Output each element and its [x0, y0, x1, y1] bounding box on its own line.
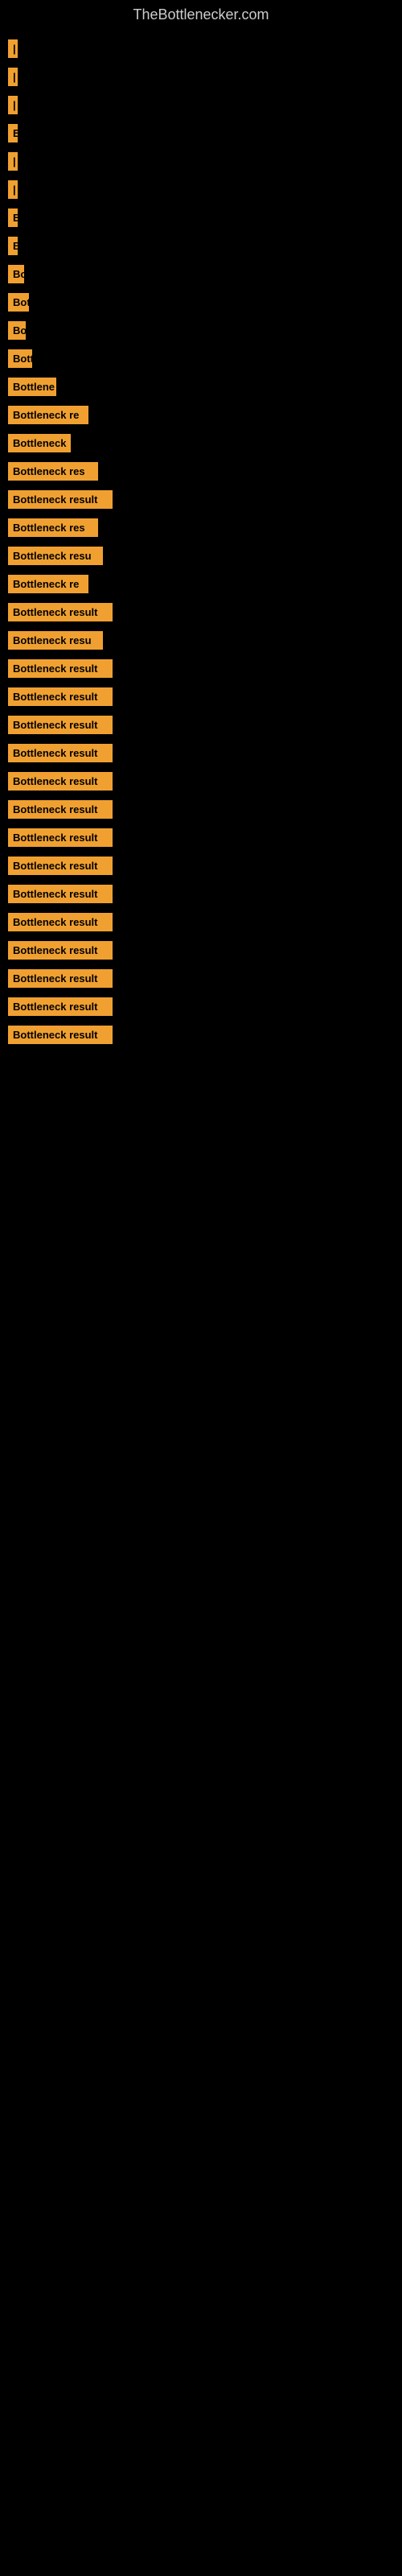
list-item: Bot — [8, 293, 394, 312]
list-item: E — [8, 124, 394, 142]
list-item: Bottleneck result — [8, 828, 394, 847]
list-item: Bo — [8, 265, 394, 283]
list-item: B — [8, 237, 394, 255]
list-item: Bottleneck result — [8, 885, 394, 903]
list-item: Bo — [8, 321, 394, 340]
items-container: |||E||EBBoBotBoBottBottleneBottleneck re… — [0, 31, 402, 1052]
bottleneck-result-label: Bottleneck result — [8, 997, 113, 1016]
list-item: | — [8, 68, 394, 86]
list-item: | — [8, 180, 394, 199]
bottleneck-result-label: | — [8, 180, 18, 199]
list-item: | — [8, 96, 394, 114]
bottleneck-result-label: Bottleneck result — [8, 800, 113, 819]
list-item: E — [8, 208, 394, 227]
bottleneck-result-label: Bottleneck result — [8, 941, 113, 960]
list-item: Bottleneck result — [8, 490, 394, 509]
bottleneck-result-label: Bottleneck result — [8, 490, 113, 509]
bottleneck-result-label: | — [8, 68, 18, 86]
list-item: Bottleneck result — [8, 716, 394, 734]
list-item: Bottlene — [8, 378, 394, 396]
bottleneck-result-label: Bottlene — [8, 378, 56, 396]
bottleneck-result-label: Bottleneck result — [8, 744, 113, 762]
bottleneck-result-label: | — [8, 39, 18, 58]
list-item: Bottleneck result — [8, 941, 394, 960]
bottleneck-result-label: Bottleneck result — [8, 659, 113, 678]
bottleneck-result-label: Bottleneck result — [8, 885, 113, 903]
bottleneck-result-label: Bottleneck res — [8, 462, 98, 481]
bottleneck-result-label: Bottleneck result — [8, 687, 113, 706]
list-item: Bottleneck resu — [8, 547, 394, 565]
bottleneck-result-label: Bottleneck resu — [8, 547, 103, 565]
list-item: Bottleneck result — [8, 800, 394, 819]
bottleneck-result-label: Bottleneck result — [8, 828, 113, 847]
list-item: Bottleneck re — [8, 575, 394, 593]
bottleneck-result-label: Bot — [8, 293, 29, 312]
list-item: Bottleneck result — [8, 1026, 394, 1044]
list-item: Bottleneck — [8, 434, 394, 452]
list-item: Bottleneck result — [8, 913, 394, 931]
site-title: TheBottlenecker.com — [0, 0, 402, 31]
bottleneck-result-label: Bottleneck re — [8, 575, 88, 593]
list-item: Bottleneck re — [8, 406, 394, 424]
bottleneck-result-label: Bottleneck result — [8, 1026, 113, 1044]
bottleneck-result-label: Bottleneck result — [8, 603, 113, 621]
bottleneck-result-label: Bottleneck result — [8, 913, 113, 931]
list-item: Bottleneck result — [8, 997, 394, 1016]
bottleneck-result-label: | — [8, 96, 18, 114]
bottleneck-result-label: Bott — [8, 349, 32, 368]
list-item: Bottleneck resu — [8, 631, 394, 650]
bottleneck-result-label: E — [8, 208, 18, 227]
bottleneck-result-label: Bottleneck — [8, 434, 71, 452]
bottleneck-result-label: Bottleneck result — [8, 857, 113, 875]
list-item: Bottleneck result — [8, 603, 394, 621]
list-item: Bottleneck result — [8, 687, 394, 706]
list-item: Bottleneck result — [8, 857, 394, 875]
list-item: Bottleneck result — [8, 969, 394, 988]
bottleneck-result-label: Bo — [8, 321, 26, 340]
bottleneck-result-label: Bottleneck re — [8, 406, 88, 424]
bottleneck-result-label: Bo — [8, 265, 24, 283]
list-item: Bott — [8, 349, 394, 368]
bottleneck-result-label: Bottleneck result — [8, 772, 113, 791]
bottleneck-result-label: E — [8, 124, 18, 142]
list-item: | — [8, 152, 394, 171]
bottleneck-result-label: | — [8, 152, 18, 171]
list-item: Bottleneck res — [8, 518, 394, 537]
list-item: Bottleneck result — [8, 744, 394, 762]
bottleneck-result-label: Bottleneck resu — [8, 631, 103, 650]
bottleneck-result-label: Bottleneck result — [8, 716, 113, 734]
bottleneck-result-label: Bottleneck res — [8, 518, 98, 537]
list-item: Bottleneck result — [8, 659, 394, 678]
list-item: Bottleneck result — [8, 772, 394, 791]
list-item: | — [8, 39, 394, 58]
bottleneck-result-label: B — [8, 237, 18, 255]
bottleneck-result-label: Bottleneck result — [8, 969, 113, 988]
list-item: Bottleneck res — [8, 462, 394, 481]
